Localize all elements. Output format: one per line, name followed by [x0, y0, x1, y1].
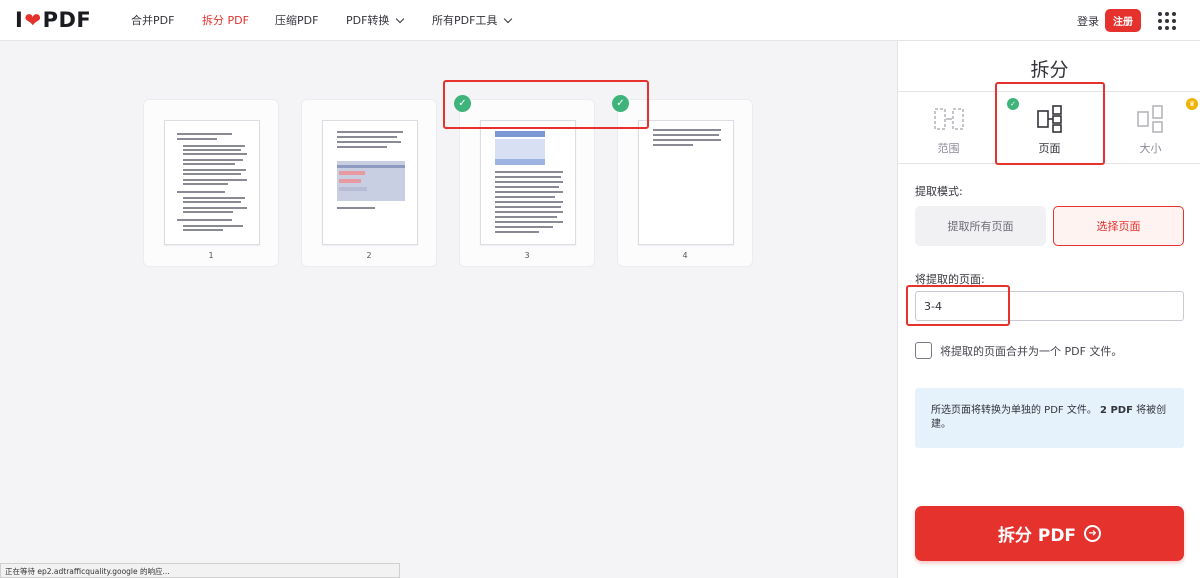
page-number: 3 [524, 251, 530, 260]
merge-checkbox-label: 将提取的页面合并为一个 PDF 文件。 [940, 344, 1123, 358]
nav-compress-pdf[interactable]: 压缩PDF [275, 12, 318, 28]
pages-icon [1037, 105, 1062, 133]
page-number: 4 [682, 251, 688, 260]
signup-button[interactable]: 注册 [1105, 9, 1141, 32]
check-icon: ✓ [1007, 98, 1019, 110]
pages-workspace: 1 2 ✓ 3 ✓ 4 [0, 41, 897, 578]
select-pages-button[interactable]: 选择页面 [1053, 206, 1184, 246]
login-link[interactable]: 登录 [1077, 13, 1099, 29]
page-thumbnail [322, 120, 418, 245]
tab-label: 大小 [1139, 142, 1162, 155]
page-thumbnail [480, 120, 576, 245]
page-number: 2 [366, 251, 372, 260]
panel-title: 拆分 [1030, 59, 1069, 81]
tab-label: 范围 [937, 142, 960, 155]
page-thumbnail [638, 120, 734, 245]
page-number: 1 [208, 251, 214, 260]
split-button-label: 拆分 PDF [997, 526, 1077, 546]
info-count: 2 PDF [1100, 405, 1133, 416]
top-navbar: I ❤ PDF 合并PDF 拆分 PDF 压缩PDF PDF转换 所有PDF工具 登… [0, 0, 1200, 41]
nav-merge-pdf[interactable]: 合并PDF [131, 12, 174, 28]
tab-pages[interactable]: ✓ 页面 [999, 92, 1100, 164]
page-thumbnail [164, 120, 260, 245]
chevron-down-icon [504, 14, 513, 23]
split-options-panel: 拆分 范围 ✓ 页面 ♛ 大小 提取模式: 提取所有页面 选择页面 将提取的页面… [897, 41, 1200, 578]
nav-all-pdf-tools[interactable]: 所有PDF工具 [432, 12, 513, 28]
logo-text: PDF [42, 8, 92, 32]
pages-to-extract-label: 将提取的页面: [915, 273, 985, 286]
merge-option[interactable]: 将提取的页面合并为一个 PDF 文件。 [915, 342, 1122, 359]
tab-label: 页面 [1038, 142, 1061, 155]
ilovepdf-logo[interactable]: I ❤ PDF [15, 8, 91, 32]
selected-check-icon: ✓ [612, 95, 629, 112]
page-card[interactable]: ✓ 3 [454, 95, 595, 267]
merge-checkbox[interactable] [915, 342, 932, 359]
chevron-down-icon [396, 14, 405, 23]
split-pdf-button[interactable]: 拆分 PDF ➜ [915, 506, 1184, 561]
selected-check-icon: ✓ [454, 95, 471, 112]
extract-mode-label: 提取模式: [915, 185, 963, 198]
pages-to-extract-input[interactable] [915, 291, 1184, 321]
arrow-right-icon: ➜ [1084, 525, 1102, 542]
apps-grid-icon[interactable] [1158, 12, 1176, 30]
nav-split-pdf[interactable]: 拆分 PDF [202, 12, 249, 28]
page-card[interactable]: 1 [143, 99, 279, 267]
tab-size[interactable]: ♛ 大小 [1100, 92, 1200, 164]
heart-icon: ❤ [24, 8, 42, 32]
premium-crown-icon: ♛ [1186, 98, 1198, 110]
range-icon [934, 108, 964, 130]
page-card[interactable]: ✓ 4 [612, 95, 753, 267]
info-message: 所选页面将转换为单独的 PDF 文件。 2 PDF 将被创建。 [915, 388, 1184, 448]
nav-convert-pdf[interactable]: PDF转换 [346, 12, 405, 28]
browser-status-bar: 正在等待 ep2.adtrafficquality.google 的响应... [0, 563, 400, 578]
tab-range[interactable]: 范围 [898, 92, 999, 164]
extract-all-pages-button[interactable]: 提取所有页面 [915, 206, 1046, 246]
info-text: 所选页面将转换为单独的 PDF 文件。 [931, 405, 1097, 416]
logo-letter: I [15, 8, 24, 32]
split-mode-tabs: 范围 ✓ 页面 ♛ 大小 [898, 91, 1200, 164]
size-icon [1137, 105, 1163, 133]
page-card[interactable]: 2 [301, 99, 437, 267]
